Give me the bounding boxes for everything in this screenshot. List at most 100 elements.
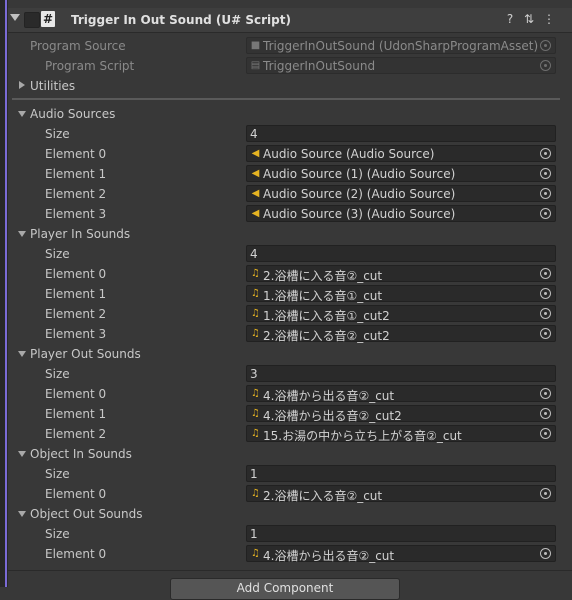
speaker-icon: ◀ bbox=[251, 168, 260, 179]
object-picker-icon[interactable] bbox=[540, 408, 551, 419]
audio-sources-label: Audio Sources bbox=[30, 107, 116, 121]
object-in-sounds-foldout[interactable]: Object In Sounds bbox=[8, 444, 572, 464]
foldout-expanded-icon[interactable] bbox=[18, 351, 26, 357]
fold-arrow-icon[interactable] bbox=[10, 14, 20, 21]
object-picker-icon[interactable] bbox=[540, 308, 551, 319]
audio-source-field[interactable]: ◀ Audio Source (3) (Audio Source) bbox=[246, 205, 556, 222]
element-label: Element 0 bbox=[45, 147, 107, 161]
list-item: Element 3 ◀ Audio Source (3) (Audio Sourc… bbox=[8, 204, 572, 224]
utilities-foldout[interactable]: Utilities bbox=[8, 76, 572, 96]
program-script-label: Program Script bbox=[45, 59, 135, 73]
list-item: Element 0 ◀ Audio Source (Audio Source) bbox=[8, 144, 572, 164]
object-picker-icon[interactable] bbox=[540, 428, 551, 439]
separator-line bbox=[12, 98, 560, 100]
element-label: Element 1 bbox=[45, 407, 107, 421]
element-label: Element 0 bbox=[45, 547, 107, 561]
list-item: Element 2 ♫ 15.お湯の中から立ち上がる音②_cut bbox=[8, 424, 572, 444]
audio-clip-field[interactable]: ♫ 4.浴槽から出る音②_cut bbox=[246, 385, 556, 403]
foldout-expanded-icon[interactable] bbox=[18, 231, 26, 237]
object-picker-icon[interactable] bbox=[540, 488, 551, 499]
component-header[interactable]: # Trigger In Out Sound (U# Script) ? ⇅ ⋮ bbox=[8, 8, 572, 33]
object-picker-icon[interactable] bbox=[540, 168, 551, 179]
foldout-collapsed-icon[interactable] bbox=[19, 81, 25, 89]
audio-clip-field[interactable]: ♫ 4.浴槽から出る音②_cut2 bbox=[246, 405, 556, 423]
object-out-sounds-label: Object Out Sounds bbox=[30, 507, 143, 521]
element-label: Element 2 bbox=[45, 307, 107, 321]
udon-asset-icon: ■ bbox=[250, 40, 261, 51]
list-item: Element 0 ♫ 2.浴槽に入る音②_cut bbox=[8, 264, 572, 284]
audio-clip-icon: ♫ bbox=[251, 488, 260, 499]
player-in-sounds-size-input[interactable]: 4 bbox=[246, 245, 556, 262]
audio-source-field[interactable]: ◀ Audio Source (Audio Source) bbox=[246, 145, 556, 162]
audio-clip-icon: ♫ bbox=[251, 308, 260, 319]
audio-sources-foldout[interactable]: Audio Sources bbox=[8, 104, 572, 124]
element-label: Element 0 bbox=[45, 387, 107, 401]
speaker-icon: ◀ bbox=[251, 188, 260, 199]
program-source-value: TriggerInOutSound (UdonSharpProgramAsset… bbox=[263, 39, 539, 53]
object-picker-icon[interactable] bbox=[540, 188, 551, 199]
enabled-checkbox[interactable] bbox=[24, 12, 40, 28]
list-item: Element 1 ♫ 1.浴槽に入る音①_cut bbox=[8, 284, 572, 304]
element-value: Audio Source (3) (Audio Source) bbox=[263, 207, 456, 221]
audio-clip-field[interactable]: ♫ 2.浴槽に入る音②_cut2 bbox=[246, 325, 556, 343]
foldout-expanded-icon[interactable] bbox=[18, 511, 26, 517]
element-label: Element 0 bbox=[45, 267, 107, 281]
object-picker-icon[interactable] bbox=[540, 328, 551, 339]
element-value: 15.お湯の中から立ち上がる音②_cut bbox=[263, 429, 462, 443]
script-hash-icon: # bbox=[41, 11, 55, 27]
help-icon[interactable]: ? bbox=[503, 12, 517, 26]
audio-clip-icon: ♫ bbox=[251, 428, 260, 439]
object-in-sounds-size-input[interactable]: 1 bbox=[246, 465, 556, 482]
size-value: 3 bbox=[250, 367, 258, 381]
audio-clip-field[interactable]: ♫ 1.浴槽に入る音①_cut2 bbox=[246, 305, 556, 323]
audio-clip-icon: ♫ bbox=[251, 548, 260, 559]
player-in-sounds-size-row: Size 4 bbox=[8, 244, 572, 264]
element-value: 4.浴槽から出る音②_cut2 bbox=[263, 409, 402, 423]
audio-source-field[interactable]: ◀ Audio Source (1) (Audio Source) bbox=[246, 165, 556, 182]
foldout-expanded-icon[interactable] bbox=[18, 451, 26, 457]
element-value: 2.浴槽に入る音②_cut2 bbox=[263, 329, 390, 343]
program-source-row: Program Source ■ TriggerInOutSound (Udon… bbox=[8, 36, 572, 56]
object-picker-icon[interactable] bbox=[540, 388, 551, 399]
size-label: Size bbox=[45, 127, 70, 141]
audio-clip-field[interactable]: ♫ 2.浴槽に入る音②_cut bbox=[246, 485, 556, 503]
size-value: 1 bbox=[250, 527, 258, 541]
size-label: Size bbox=[45, 367, 70, 381]
list-item: Element 1 ♫ 4.浴槽から出る音②_cut2 bbox=[8, 404, 572, 424]
object-picker-icon[interactable] bbox=[540, 548, 551, 559]
object-picker-icon[interactable] bbox=[540, 40, 551, 51]
player-out-sounds-label: Player Out Sounds bbox=[30, 347, 141, 361]
object-out-sounds-foldout[interactable]: Object Out Sounds bbox=[8, 504, 572, 524]
component-divider bbox=[8, 570, 572, 571]
element-label: Element 0 bbox=[45, 487, 107, 501]
element-label: Element 2 bbox=[45, 187, 107, 201]
add-component-button[interactable]: Add Component bbox=[170, 578, 400, 600]
object-picker-icon[interactable] bbox=[540, 208, 551, 219]
player-in-sounds-foldout[interactable]: Player In Sounds bbox=[8, 224, 572, 244]
object-picker-icon[interactable] bbox=[540, 60, 551, 71]
kebab-menu-icon[interactable]: ⋮ bbox=[542, 12, 556, 26]
program-script-field[interactable]: ▤ TriggerInOutSound bbox=[246, 57, 556, 74]
audio-clip-field[interactable]: ♫ 1.浴槽に入る音①_cut bbox=[246, 285, 556, 303]
speaker-icon: ◀ bbox=[251, 148, 260, 159]
program-source-field[interactable]: ■ TriggerInOutSound (UdonSharpProgramAss… bbox=[246, 37, 556, 54]
object-picker-icon[interactable] bbox=[540, 288, 551, 299]
utilities-label: Utilities bbox=[30, 79, 76, 93]
audio-clip-field[interactable]: ♫ 2.浴槽に入る音②_cut bbox=[246, 265, 556, 283]
size-label: Size bbox=[45, 247, 70, 261]
object-in-sounds-label: Object In Sounds bbox=[30, 447, 132, 461]
player-out-sounds-size-input[interactable]: 3 bbox=[246, 365, 556, 382]
list-item: Element 1 ◀ Audio Source (1) (Audio Sourc… bbox=[8, 164, 572, 184]
audio-clip-field[interactable]: ♫ 4.浴槽から出る音②_cut bbox=[246, 545, 556, 563]
object-out-sounds-size-input[interactable]: 1 bbox=[246, 525, 556, 542]
object-picker-icon[interactable] bbox=[540, 268, 551, 279]
presets-icon[interactable]: ⇅ bbox=[522, 12, 536, 26]
audio-sources-size-input[interactable]: 4 bbox=[246, 125, 556, 142]
player-out-sounds-foldout[interactable]: Player Out Sounds bbox=[8, 344, 572, 364]
object-in-sounds-size-row: Size 1 bbox=[8, 464, 572, 484]
element-label: Element 2 bbox=[45, 427, 107, 441]
audio-source-field[interactable]: ◀ Audio Source (2) (Audio Source) bbox=[246, 185, 556, 202]
object-picker-icon[interactable] bbox=[540, 148, 551, 159]
foldout-expanded-icon[interactable] bbox=[18, 111, 26, 117]
audio-clip-field[interactable]: ♫ 15.お湯の中から立ち上がる音②_cut bbox=[246, 425, 556, 443]
